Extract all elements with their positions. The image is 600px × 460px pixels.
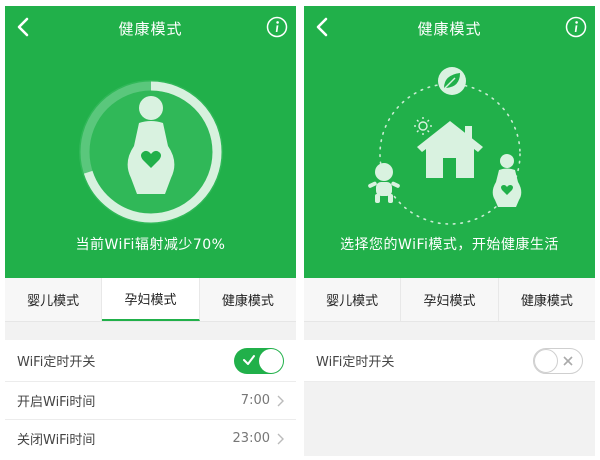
info-icon[interactable] xyxy=(266,16,288,38)
mode-tabs: 婴儿模式 孕妇模式 健康模式 xyxy=(304,278,595,322)
wifi-open-time-value: 7:00 xyxy=(240,393,270,408)
page-title: 健康模式 xyxy=(118,20,183,38)
mode-caption: 选择您的WiFi模式，开始健康生活 xyxy=(340,237,559,253)
close-icon xyxy=(563,355,573,366)
leaf-icon xyxy=(438,67,466,95)
radiation-caption: 当前WiFi辐射减少70% xyxy=(75,237,226,253)
hero-panel: 健康模式 当前WiFi辐射减少70% xyxy=(5,6,296,278)
radiation-progress-ring xyxy=(79,80,223,224)
tab-health-mode[interactable]: 健康模式 xyxy=(199,278,296,321)
toggle-knob xyxy=(534,348,558,373)
phone-screen-health-mode: 健康模式 选择您的WiFi模式，开始健康生活 婴儿模式 孕妇模式 健康模式 Wi… xyxy=(304,6,595,456)
mode-tabs: 婴儿模式 孕妇模式 健康模式 xyxy=(5,278,296,322)
house-icon xyxy=(417,121,483,178)
settings-list: WiFi定时开关 开启WiFi时间 7:00 关闭WiFi时间 23:00 xyxy=(5,340,296,456)
chevron-right-icon xyxy=(277,395,284,407)
wifi-open-time-label: 开启WiFi时间 xyxy=(17,395,96,410)
pregnant-woman-icon xyxy=(492,154,522,207)
top-bar: 健康模式 xyxy=(5,6,296,50)
hero-panel: 健康模式 选择您的WiFi模式，开始健康生活 xyxy=(304,6,595,278)
wifi-timer-row: WiFi定时开关 xyxy=(304,340,595,382)
wifi-timer-toggle[interactable] xyxy=(234,347,284,374)
page-title: 健康模式 xyxy=(417,20,482,38)
top-bar: 健康模式 xyxy=(304,6,595,50)
wifi-close-time-row[interactable]: 关闭WiFi时间 23:00 xyxy=(5,420,296,456)
wifi-timer-label: WiFi定时开关 xyxy=(316,355,395,370)
wifi-close-time-value: 23:00 xyxy=(232,431,270,446)
tab-pregnant-mode[interactable]: 孕妇模式 xyxy=(102,278,200,321)
healthy-life-illustration xyxy=(368,67,522,225)
info-icon[interactable] xyxy=(565,16,587,38)
phone-screen-pregnant-mode: 健康模式 当前WiFi辐射减少70% 婴儿模式 孕妇模式 健康模式 WiFi定时… xyxy=(5,6,296,456)
tab-health-mode[interactable]: 健康模式 xyxy=(498,278,595,321)
sun-icon xyxy=(414,117,432,135)
chevron-right-icon xyxy=(277,433,284,445)
wifi-timer-label: WiFi定时开关 xyxy=(17,355,96,370)
tab-pregnant-mode[interactable]: 孕妇模式 xyxy=(401,278,499,321)
tab-baby-mode[interactable]: 婴儿模式 xyxy=(304,278,402,321)
check-icon xyxy=(243,354,255,365)
wifi-timer-toggle[interactable] xyxy=(533,347,583,374)
wifi-timer-row: WiFi定时开关 xyxy=(5,340,296,382)
toggle-knob xyxy=(259,348,283,373)
wifi-close-time-label: 关闭WiFi时间 xyxy=(17,433,96,448)
wifi-open-time-row[interactable]: 开启WiFi时间 7:00 xyxy=(5,382,296,420)
tab-baby-mode[interactable]: 婴儿模式 xyxy=(5,278,103,321)
settings-list: WiFi定时开关 xyxy=(304,340,595,382)
